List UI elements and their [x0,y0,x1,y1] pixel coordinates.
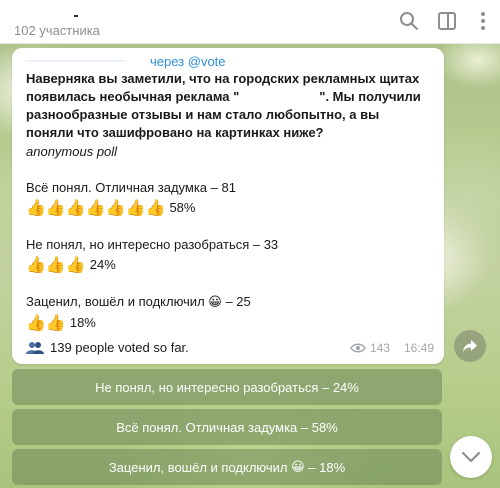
poll-footer: 139 people voted so far. 143 16:49 [26,338,434,358]
message-meta: 143 16:49 [350,339,434,357]
eye-icon [350,343,366,353]
share-button[interactable] [454,330,486,362]
chat-title-redacted[interactable] [14,6,114,18]
poll-option: Всё понял. Отличная задумка – 81 👍👍👍👍👍👍👍… [26,179,430,218]
sidebar-toggle-icon[interactable] [436,10,458,32]
poll-option-label: Всё понял. Отличная задумка – 81 [26,180,236,195]
poll-option: Не понял, но интересно разобраться – 33 … [26,236,430,275]
chat-header: 102 участника [0,0,500,44]
thumbs-bar: 👍👍👍👍👍👍👍 [26,198,166,217]
voters-count: 139 people voted so far. [50,340,189,355]
poll-option-label: Не понял, но интересно разобраться – 33 [26,237,279,252]
poll-option: Заценил, вошёл и подключил 😀 – 25 👍👍 18% [26,293,430,333]
more-icon[interactable] [472,10,494,32]
scroll-to-bottom-button[interactable] [450,436,492,478]
vote-button-label: Заценил, вошёл и подключил [108,459,288,475]
grin-emoji-icon: 😀 [208,295,222,310]
share-arrow-icon [463,340,477,352]
grin-emoji-icon: 😀 [291,459,305,475]
vote-button-appreciated[interactable]: Заценил, вошёл и подключил 😀 – 18% [12,449,442,485]
thumbs-bar: 👍👍👍 [26,255,86,274]
chevron-down-icon [461,451,481,463]
vote-button-percent: – 18% [308,459,346,475]
view-count: 143 [369,341,390,355]
people-icon [26,342,44,354]
poll-option-percent: 58% [169,200,196,215]
poll-question: Наверняка вы заметили, что на городских … [26,70,430,142]
member-count: 102 участника [14,23,100,38]
via-bot-link[interactable]: через @vote [150,53,226,71]
vote-button-understood[interactable]: Всё понял. Отличная задумка – 58% [12,409,442,445]
message-time: 16:49 [403,341,434,355]
redacted-sender [26,60,126,62]
poll-option-percent: 18% [69,315,96,330]
forwarded-header: через @vote [26,53,430,69]
poll-type: anonymous poll [26,144,118,159]
thumbs-bar: 👍👍 [26,313,66,332]
poll-message: через @vote Наверняка вы заметили, что н… [12,48,444,364]
poll-option-label: Заценил, вошёл и подключил 😀 – 25 [26,294,251,310]
search-icon[interactable] [398,10,420,32]
poll-option-percent: 24% [89,257,116,272]
vote-button-not-understood[interactable]: Не понял, но интересно разобраться – 24% [12,369,442,405]
